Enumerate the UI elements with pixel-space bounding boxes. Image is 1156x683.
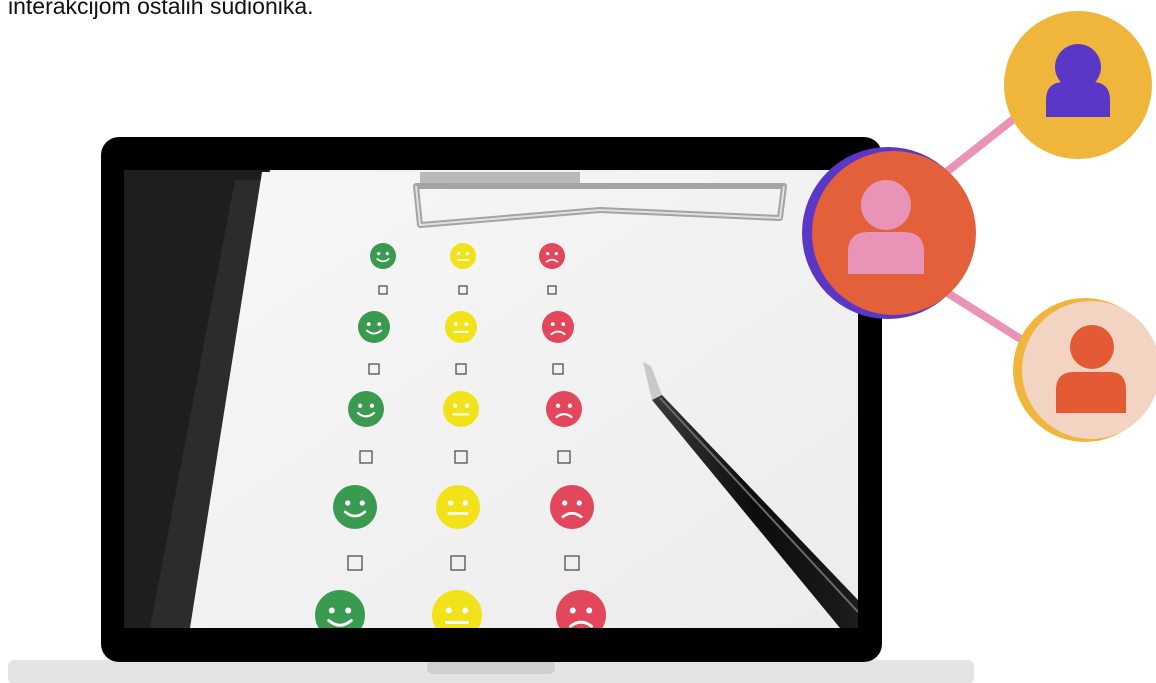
participant-network xyxy=(802,11,1156,442)
page: interakcijom ostalih sudionika. xyxy=(0,0,1156,683)
participant-avatar-bottom xyxy=(1013,298,1156,442)
connector-bottom xyxy=(932,281,1033,349)
participant-avatar-top xyxy=(1004,11,1152,159)
